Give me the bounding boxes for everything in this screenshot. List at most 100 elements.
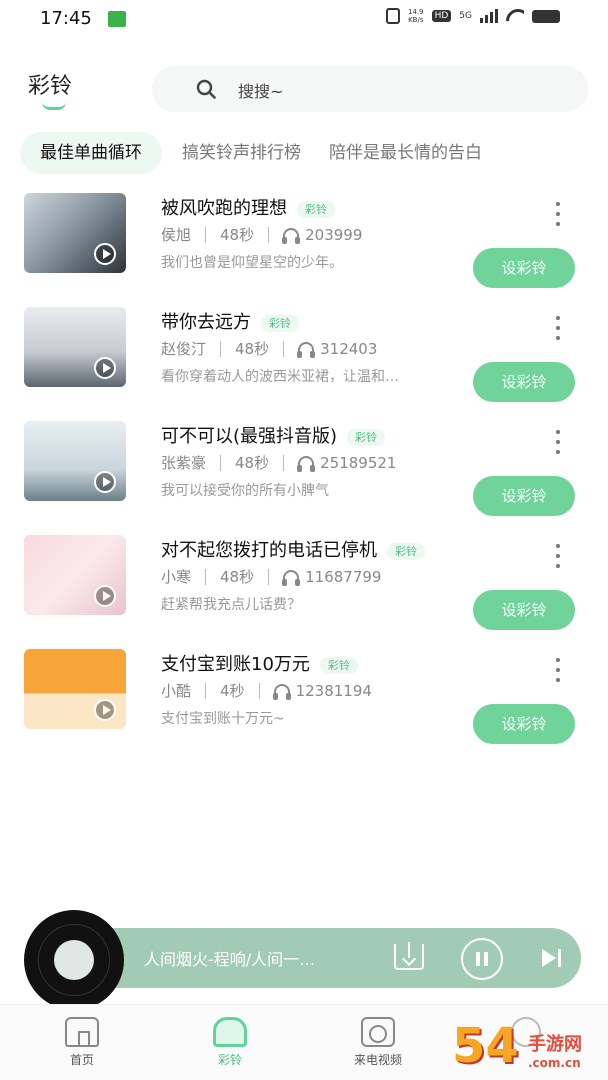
song-title-text: 被风吹跑的理想	[161, 198, 287, 219]
status-time: 17:45	[40, 8, 92, 29]
more-icon[interactable]	[552, 658, 564, 682]
page-title: 彩铃	[28, 74, 73, 99]
play-icon[interactable]	[94, 699, 116, 721]
set-ringtone-button[interactable]: 设彩铃	[473, 704, 575, 744]
ringtone-tag: 彩铃	[297, 201, 335, 218]
list-item[interactable]: 带你去远方 彩铃 赵俊汀 48秒 312403 看你穿着动人的波西米亚裙，让温和……	[0, 294, 608, 408]
mini-player[interactable]	[62, 928, 581, 988]
signal-icon	[480, 9, 498, 23]
divider	[283, 340, 285, 357]
divider	[205, 568, 207, 585]
home-icon	[65, 1017, 99, 1047]
watermark-number: 54	[452, 1018, 519, 1074]
song-title: 可不可以(最强抖音版) 彩铃	[161, 422, 386, 448]
play-count: 12381194	[295, 681, 372, 700]
artist: 赵俊汀	[161, 340, 207, 358]
nav-call-video[interactable]: 来电视频	[338, 1017, 418, 1068]
ringtone-tag: 彩铃	[319, 657, 358, 674]
status-icons: 14.9 KB/s HD 5G	[386, 8, 560, 24]
duration: 48秒	[220, 568, 255, 586]
search-input[interactable]: 搜搜~	[152, 66, 588, 112]
tab-funny-ringtone-chart[interactable]: 搞笑铃声排行榜	[168, 132, 315, 174]
song-title: 对不起您拨打的电话已停机 彩铃	[161, 536, 425, 562]
song-description: 我可以接受你的所有小脾气	[161, 483, 329, 499]
artist: 张紫豪	[161, 454, 207, 472]
headphone-icon	[297, 455, 316, 472]
net-speed: 14.9 KB/s	[408, 8, 424, 24]
song-title-text: 对不起您拨打的电话已停机	[161, 540, 377, 561]
song-description: 看你穿着动人的波西米亚裙，让温和…	[161, 369, 399, 385]
pause-icon[interactable]	[461, 938, 503, 980]
more-icon[interactable]	[552, 316, 564, 340]
more-icon[interactable]	[552, 202, 564, 226]
hd-badge: HD	[431, 10, 452, 22]
duration: 48秒	[235, 454, 270, 472]
headphone-icon	[297, 341, 316, 358]
song-cover	[24, 649, 126, 729]
song-title: 支付宝到账10万元 彩铃	[161, 650, 358, 676]
nav-ringtone[interactable]: 彩铃	[190, 1017, 270, 1068]
artist: 小寒	[161, 568, 192, 586]
song-description: 赶紧帮我充点儿话费？	[161, 597, 301, 613]
nav-label: 彩铃	[217, 1053, 242, 1067]
list-item[interactable]: 支付宝到账10万元 彩铃 小酷 4秒 12381194 支付宝到账十万元~ 设彩铃	[0, 636, 608, 750]
list-item[interactable]: 被风吹跑的理想 彩铃 侯旭 48秒 203999 我们也曾是仰望星空的少年。 设彩…	[0, 180, 608, 294]
ringtone-tag: 彩铃	[347, 429, 386, 446]
song-list: 被风吹跑的理想 彩铃 侯旭 48秒 203999 我们也曾是仰望星空的少年。 设彩…	[0, 180, 608, 750]
play-count: 25189521	[320, 453, 397, 472]
title-underline	[42, 102, 66, 110]
play-count: 312403	[320, 339, 378, 358]
wifi-icon	[506, 9, 524, 23]
song-meta: 小寒 48秒 11687799	[161, 566, 381, 587]
divider	[205, 226, 207, 243]
song-title: 被风吹跑的理想 彩铃	[161, 194, 335, 220]
ringtone-tag: 彩铃	[387, 543, 425, 560]
network-type: 5G	[459, 11, 472, 21]
duration: 48秒	[220, 226, 255, 244]
list-item[interactable]: 对不起您拨打的电话已停机 彩铃 小寒 48秒 11687799 赶紧帮我充点儿话费…	[0, 522, 608, 636]
song-title: 带你去远方 彩铃	[161, 308, 299, 334]
tab-companionship-confession[interactable]: 陪伴是最长情的告白	[315, 132, 496, 174]
now-playing-title[interactable]: 人间烟火-程响/人间一…	[144, 946, 315, 970]
play-icon[interactable]	[94, 585, 116, 607]
song-meta: 小酷 4秒 12381194	[161, 680, 372, 701]
divider	[220, 454, 222, 471]
song-description: 我们也曾是仰望星空的少年。	[161, 255, 343, 271]
song-cover	[24, 535, 126, 615]
duration: 4秒	[220, 682, 245, 700]
play-icon[interactable]	[94, 471, 116, 493]
play-icon[interactable]	[94, 243, 116, 265]
more-icon[interactable]	[552, 544, 564, 568]
list-item[interactable]: 可不可以(最强抖音版) 彩铃 张紫豪 48秒 25189521 我可以接受你的所有…	[0, 408, 608, 522]
song-description: 支付宝到账十万元~	[161, 711, 285, 727]
nav-label: 来电视频	[353, 1053, 402, 1067]
divider	[283, 454, 285, 471]
song-meta: 张紫豪 48秒 25189521	[161, 452, 396, 473]
set-ringtone-button[interactable]: 设彩铃	[473, 476, 575, 516]
next-track-icon[interactable]	[542, 949, 564, 967]
call-video-icon	[361, 1017, 395, 1047]
set-ringtone-button[interactable]: 设彩铃	[473, 248, 575, 288]
ringtone-tag: 彩铃	[261, 315, 299, 332]
bell-icon	[213, 1017, 247, 1047]
more-icon[interactable]	[552, 430, 564, 454]
duration: 48秒	[235, 340, 270, 358]
set-ringtone-button[interactable]: 设彩铃	[473, 362, 575, 402]
vinyl-disc-icon[interactable]	[24, 910, 124, 1010]
divider	[268, 568, 270, 585]
play-icon[interactable]	[94, 357, 116, 379]
nav-home[interactable]: 首页	[42, 1017, 122, 1068]
play-count: 203999	[305, 225, 363, 244]
song-title-text: 带你去远方	[161, 312, 251, 333]
song-cover	[24, 421, 126, 501]
tab-best-single-loop[interactable]: 最佳单曲循环	[20, 132, 162, 174]
artist: 侯旭	[161, 226, 192, 244]
headphone-icon	[282, 227, 301, 244]
watermark-domain: .com.cn	[528, 1056, 581, 1070]
download-icon[interactable]	[394, 942, 424, 970]
search-icon	[196, 79, 216, 99]
vibrate-icon	[386, 8, 400, 24]
headphone-icon	[282, 569, 301, 586]
set-ringtone-button[interactable]: 设彩铃	[473, 590, 575, 630]
headphone-icon	[272, 683, 291, 700]
